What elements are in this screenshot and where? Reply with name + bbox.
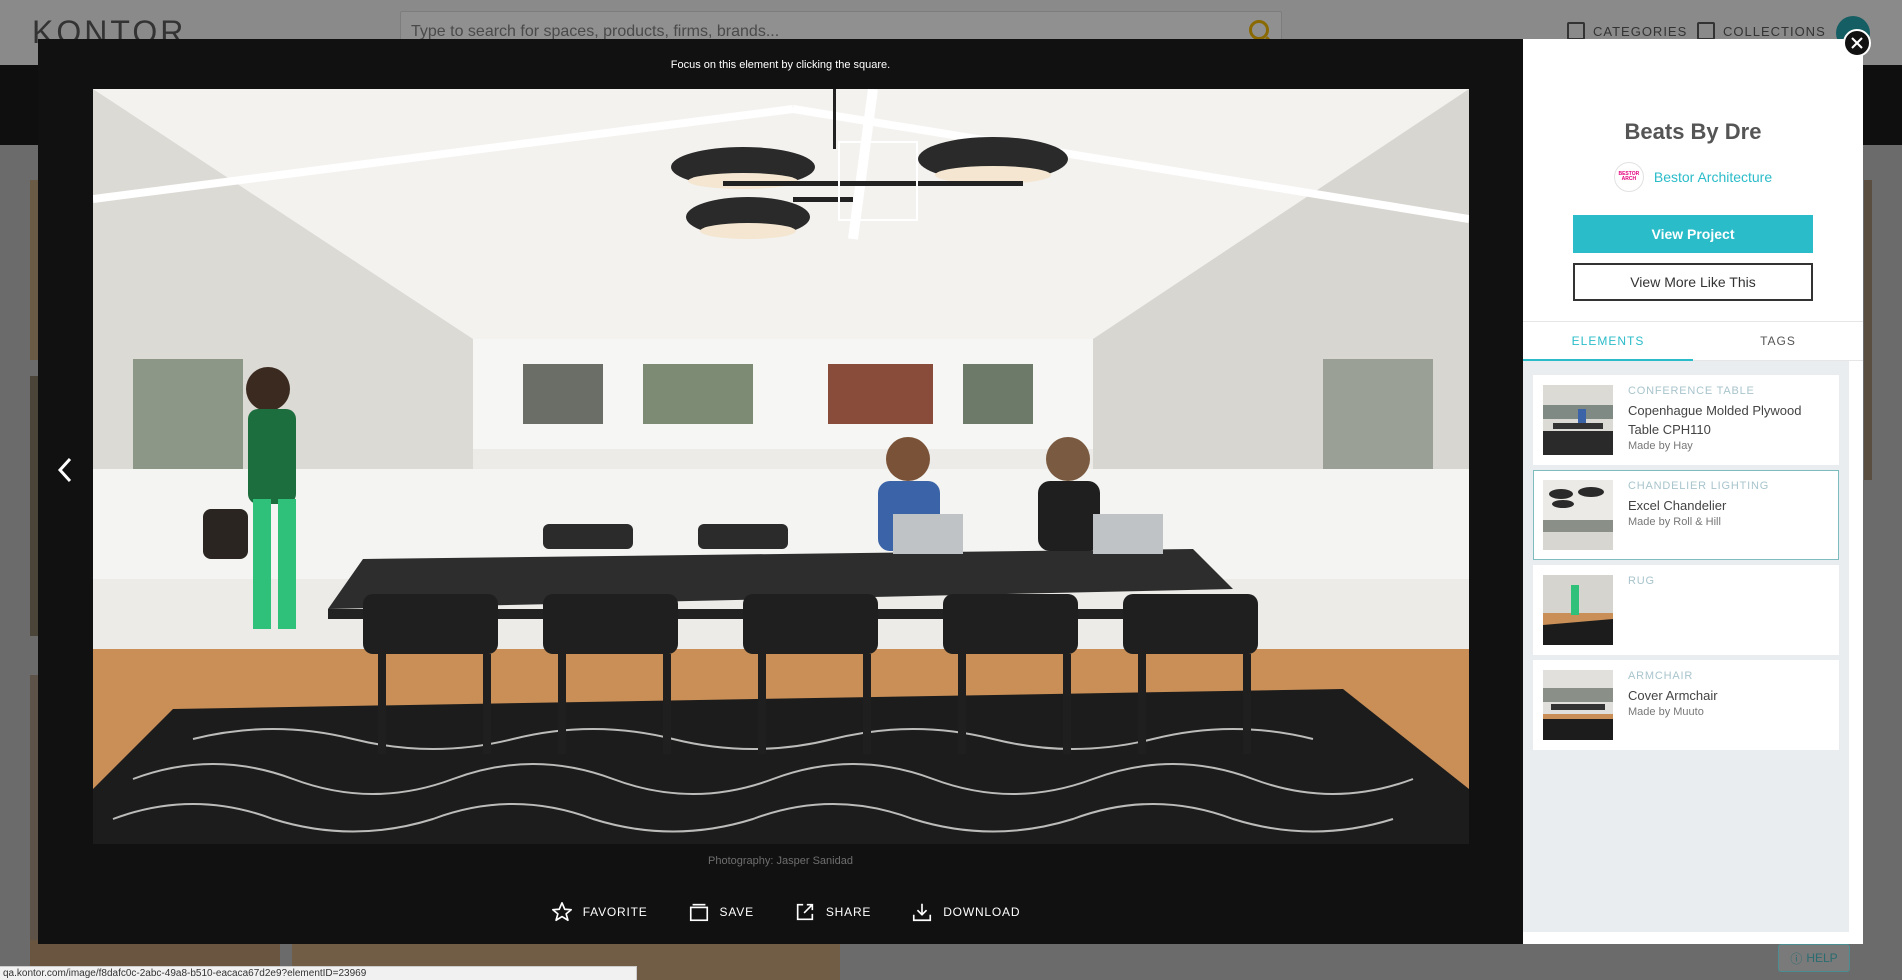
element-maker: Made by Roll & Hill: [1628, 516, 1721, 528]
close-icon: [1851, 37, 1863, 49]
help-button[interactable]: ⓘ HELP: [1778, 944, 1850, 972]
chevron-left-icon: [57, 457, 72, 483]
download-icon: [913, 903, 932, 922]
share-button[interactable]: SHARE: [794, 901, 871, 923]
element-card[interactable]: CHANDELIER LIGHTING Excel Chandelier Mad…: [1533, 470, 1839, 560]
element-maker: Made by Muuto: [1628, 706, 1704, 718]
element-thumbnail: [1543, 385, 1613, 455]
view-more-like-this-button[interactable]: View More Like This: [1573, 263, 1813, 301]
element-card[interactable]: ARMCHAIR Cover Armchair Made by Muuto: [1533, 660, 1839, 750]
element-category: CHANDELIER LIGHTING: [1628, 480, 1770, 492]
panel-tabs: ELEMENTS TAGS: [1523, 321, 1863, 361]
element-name: Copenhague Molded Plywood Table CPH110: [1628, 403, 1802, 437]
share-icon: [796, 903, 814, 921]
nav-collections[interactable]: COLLECTIONS: [1697, 22, 1826, 40]
element-name: Cover Armchair: [1628, 688, 1718, 703]
search-icon[interactable]: [1249, 20, 1269, 40]
image-actions: FAVORITE SAVE SHARE DOWNLOAD: [38, 901, 1523, 923]
close-modal-button[interactable]: [1843, 29, 1871, 57]
elements-list: CONFERENCE TABLE Copenhague Molded Plywo…: [1523, 361, 1849, 932]
help-label: HELP: [1806, 951, 1838, 965]
previous-image-button[interactable]: [54, 455, 76, 485]
element-category: ARMCHAIR: [1628, 670, 1694, 682]
image-modal: Focus on this element by clicking the sq…: [38, 39, 1863, 944]
share-label: SHARE: [825, 905, 872, 919]
firm-link[interactable]: BESTOR ARCH Bestor Architecture: [1523, 162, 1863, 192]
save-button[interactable]: SAVE: [688, 901, 754, 923]
favorite-label: FAVORITE: [582, 905, 648, 919]
element-card[interactable]: RUG: [1533, 565, 1839, 655]
project-title: Beats By Dre: [1624, 119, 1762, 144]
download-button[interactable]: DOWNLOAD: [911, 901, 1020, 923]
tab-tags[interactable]: TAGS: [1693, 322, 1863, 360]
element-category: RUG: [1628, 575, 1655, 587]
firm-name[interactable]: Bestor Architecture: [1654, 169, 1772, 185]
view-project-button[interactable]: View Project: [1573, 215, 1813, 253]
save-label: SAVE: [719, 905, 754, 919]
element-name: Excel Chandelier: [1628, 498, 1727, 513]
element-thumbnail: [1543, 480, 1613, 550]
photo-credit: Photography: Jasper Sanidad: [708, 855, 853, 867]
status-bar-url: qa.kontor.com/image/f8dafc0c-2abc-49a8-b…: [0, 966, 637, 980]
nav-collections-label: COLLECTIONS: [1723, 23, 1826, 39]
star-icon: [551, 902, 572, 922]
element-maker: Made by Hay: [1628, 440, 1693, 452]
office-photo: [93, 89, 1469, 844]
tab-elements[interactable]: ELEMENTS: [1523, 322, 1693, 361]
nav-categories-label: CATEGORIES: [1593, 23, 1688, 39]
favorite-button[interactable]: FAVORITE: [551, 901, 648, 923]
detail-panel: Beats By Dre BESTOR ARCH Bestor Architect…: [1523, 39, 1863, 944]
image-viewer: Focus on this element by clicking the sq…: [38, 39, 1523, 944]
element-thumbnail: [1543, 670, 1613, 740]
focus-square[interactable]: [838, 141, 918, 221]
focus-hint: Focus on this element by clicking the sq…: [670, 59, 891, 71]
firm-logo: BESTOR ARCH: [1613, 162, 1644, 192]
help-icon: ⓘ: [1790, 951, 1803, 966]
download-label: DOWNLOAD: [943, 905, 1021, 919]
collection-icon: [689, 903, 708, 922]
element-card[interactable]: CONFERENCE TABLE Copenhague Molded Plywo…: [1533, 375, 1839, 465]
collection-icon: [1697, 22, 1715, 40]
element-thumbnail: [1543, 575, 1613, 645]
main-photo: [93, 89, 1469, 844]
grid-icon: [1567, 22, 1585, 40]
element-category: CONFERENCE TABLE: [1628, 385, 1755, 397]
nav-categories[interactable]: CATEGORIES: [1567, 22, 1687, 40]
